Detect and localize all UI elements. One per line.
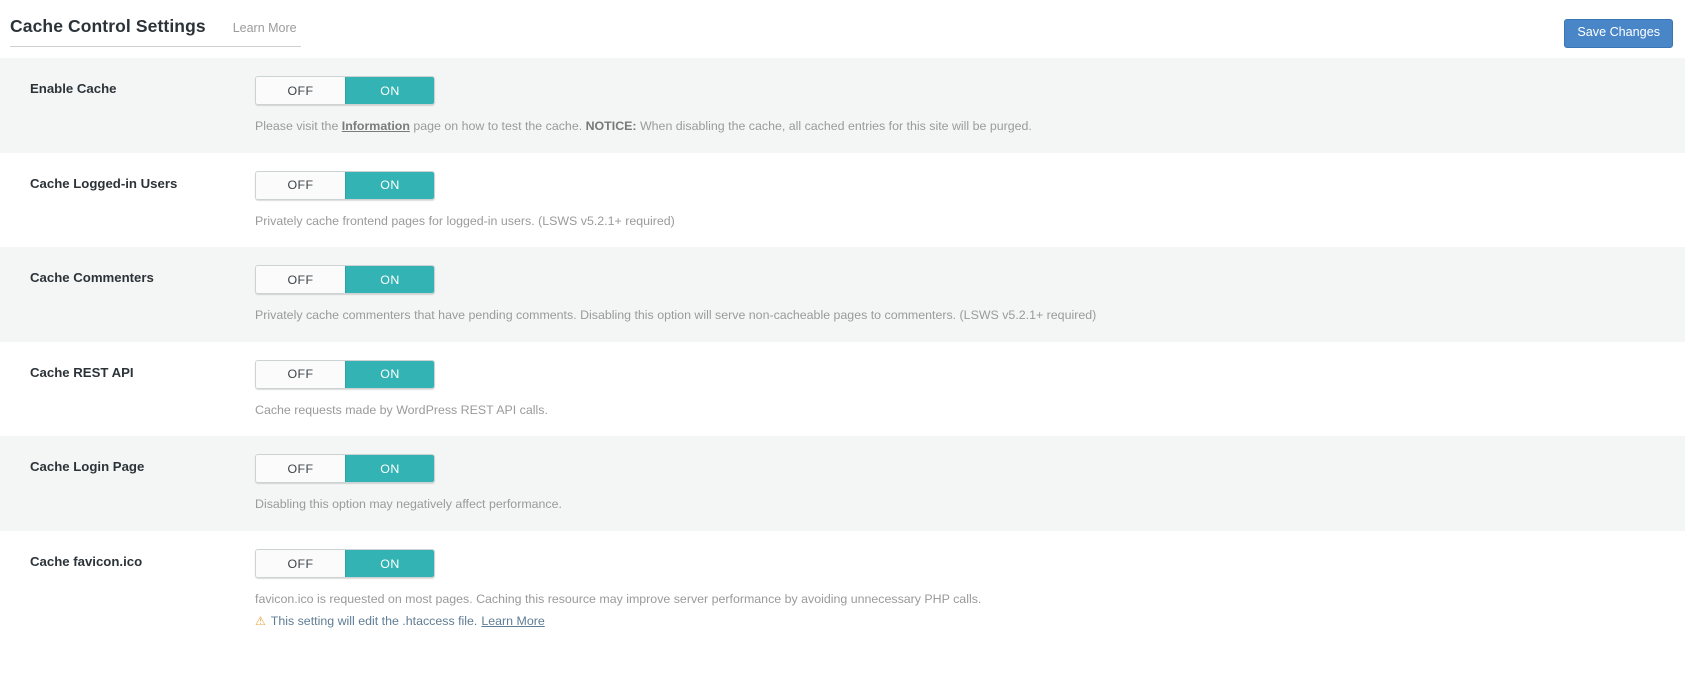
toggle-option-on[interactable]: ON [345, 360, 434, 388]
setting-label-cache-rest-api: Cache REST API [30, 364, 134, 380]
setting-label-cache-favicon: Cache favicon.ico [30, 554, 143, 570]
toggle-enable-cache[interactable]: OFF ON [255, 76, 435, 105]
setting-row-cache-logged-in-users: Cache Logged-in Users OFF ON Privately c… [0, 152, 1685, 248]
settings-list: Enable Cache OFF ON Please visit the Inf… [0, 58, 1685, 648]
page-title-group: Cache Control Settings Learn More [10, 16, 301, 47]
setting-row-cache-rest-api: Cache REST API OFF ON Cache requests mad… [0, 341, 1685, 437]
setting-row-enable-cache: Enable Cache OFF ON Please visit the Inf… [0, 58, 1685, 153]
toggle-option-on[interactable]: ON [345, 77, 434, 104]
page-title: Cache Control Settings [10, 16, 206, 36]
note-text: This setting will edit the .htaccess fil… [270, 613, 478, 628]
toggle-cache-commenters[interactable]: OFF ON [255, 265, 435, 295]
warning-triangle-icon: ⚠ [255, 613, 266, 628]
desc-text-part: page on how to test the cache. [409, 119, 586, 133]
toggle-option-off[interactable]: OFF [256, 77, 345, 104]
setting-description-cache-favicon: favicon.ico is requested on most pages. … [255, 592, 982, 607]
setting-label-enable-cache: Enable Cache [30, 81, 117, 96]
setting-row-cache-favicon: Cache favicon.ico OFF ON favicon.ico is … [0, 531, 1685, 648]
toggle-cache-logged-in-users[interactable]: OFF ON [255, 170, 435, 200]
setting-description-cache-login-page: Disabling this option may negatively aff… [255, 497, 562, 512]
toggle-option-off[interactable]: OFF [256, 171, 345, 199]
toggle-option-on[interactable]: ON [345, 171, 434, 199]
toggle-cache-rest-api[interactable]: OFF ON [255, 359, 435, 389]
setting-description-enable-cache: Please visit the Information page on how… [255, 117, 1685, 136]
toggle-option-off[interactable]: OFF [256, 550, 345, 578]
setting-row-cache-login-page: Cache Login Page OFF ON Disabling this o… [0, 436, 1685, 532]
toggle-cache-favicon[interactable]: OFF ON [255, 549, 435, 579]
setting-label-cache-logged-in-users: Cache Logged-in Users [30, 175, 178, 191]
setting-label-cache-commenters: Cache Commenters [30, 270, 154, 286]
toggle-option-on[interactable]: ON [345, 266, 434, 294]
page-header: Cache Control Settings Learn More Save C… [0, 0, 1685, 58]
toggle-option-off[interactable]: OFF [256, 360, 345, 388]
setting-description-cache-commenters: Privately cache commenters that have pen… [255, 308, 1097, 323]
save-changes-button[interactable]: Save Changes [1564, 19, 1673, 48]
setting-row-cache-commenters: Cache Commenters OFF ON Privately cache … [0, 247, 1685, 342]
setting-label-cache-login-page: Cache Login Page [30, 459, 145, 475]
toggle-cache-login-page[interactable]: OFF ON [255, 454, 435, 484]
header-learn-more-link[interactable]: Learn More [233, 21, 297, 35]
setting-note-cache-favicon: ⚠ This setting will edit the .htaccess f… [255, 612, 1685, 631]
toggle-option-off[interactable]: OFF [256, 266, 345, 294]
desc-notice-label: NOTICE: [585, 119, 637, 133]
setting-description-cache-logged-in-users: Privately cache frontend pages for logge… [255, 213, 675, 228]
htaccess-learn-more-link[interactable]: Learn More [481, 612, 544, 631]
toggle-option-off[interactable]: OFF [256, 455, 345, 483]
toggle-option-on[interactable]: ON [345, 550, 434, 578]
information-link[interactable]: Information [342, 119, 410, 133]
toggle-option-on[interactable]: ON [345, 455, 434, 483]
desc-text-part: Please visit the [255, 119, 342, 133]
setting-description-cache-rest-api: Cache requests made by WordPress REST AP… [255, 402, 548, 417]
desc-text-part: When disabling the cache, all cached ent… [636, 119, 1032, 133]
